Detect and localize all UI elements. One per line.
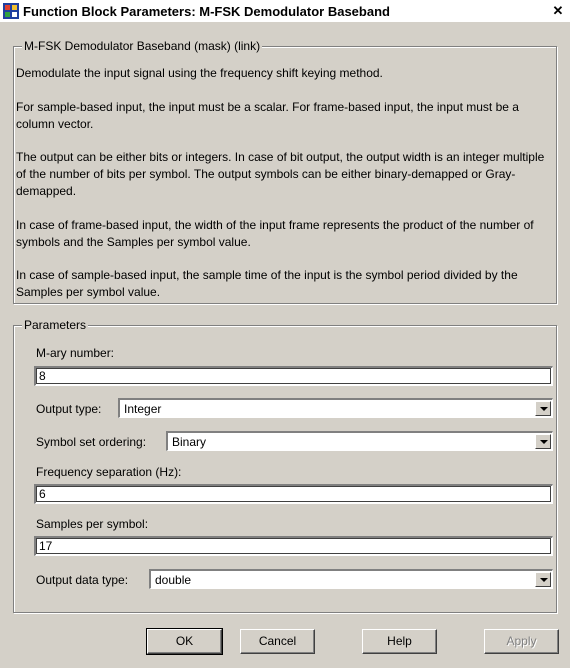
samples-per-symbol-label: Samples per symbol: (36, 517, 149, 531)
symbol-ordering-select[interactable]: Binary (166, 431, 553, 451)
mary-number-label: M-ary number: (36, 346, 115, 360)
description-paragraph: The output can be either bits or integer… (16, 150, 545, 198)
parameters-legend: Parameters (22, 318, 89, 332)
output-data-type-select[interactable]: double (149, 569, 553, 589)
output-data-type-value: double (155, 573, 192, 587)
chevron-down-icon[interactable] (535, 401, 551, 416)
ok-button[interactable]: OK (146, 628, 223, 655)
frequency-separation-label: Frequency separation (Hz): (36, 465, 182, 479)
symbol-ordering-value: Binary (172, 435, 207, 449)
output-type-select[interactable]: Integer (118, 398, 553, 418)
output-data-type-label: Output data type: (36, 573, 129, 587)
output-type-label: Output type: (36, 402, 102, 416)
title-bar: Function Block Parameters: M-FSK Demodul… (0, 0, 570, 22)
frequency-separation-input[interactable]: 6 (34, 484, 553, 504)
chevron-down-icon[interactable] (535, 434, 551, 449)
description-paragraph: In case of frame-based input, the width … (16, 218, 534, 249)
apply-button[interactable]: Apply (484, 629, 559, 654)
help-button[interactable]: Help (362, 629, 437, 654)
description-paragraph: For sample-based input, the input must b… (16, 100, 519, 131)
samples-per-symbol-input[interactable]: 17 (34, 536, 553, 556)
simulink-icon (3, 3, 19, 19)
window-title: Function Block Parameters: M-FSK Demodul… (23, 3, 390, 19)
chevron-down-icon[interactable] (535, 572, 551, 587)
cancel-button[interactable]: Cancel (240, 629, 315, 654)
close-icon[interactable]: ✕ (550, 3, 566, 19)
mask-legend: M-FSK Demodulator Baseband (mask) (link) (22, 39, 263, 53)
mary-number-input[interactable]: 8 (34, 366, 553, 386)
symbol-ordering-label: Symbol set ordering: (36, 435, 147, 449)
description-paragraph: Demodulate the input signal using the fr… (16, 66, 383, 80)
output-type-value: Integer (124, 402, 162, 416)
description-paragraph: In case of sample-based input, the sampl… (16, 268, 518, 299)
